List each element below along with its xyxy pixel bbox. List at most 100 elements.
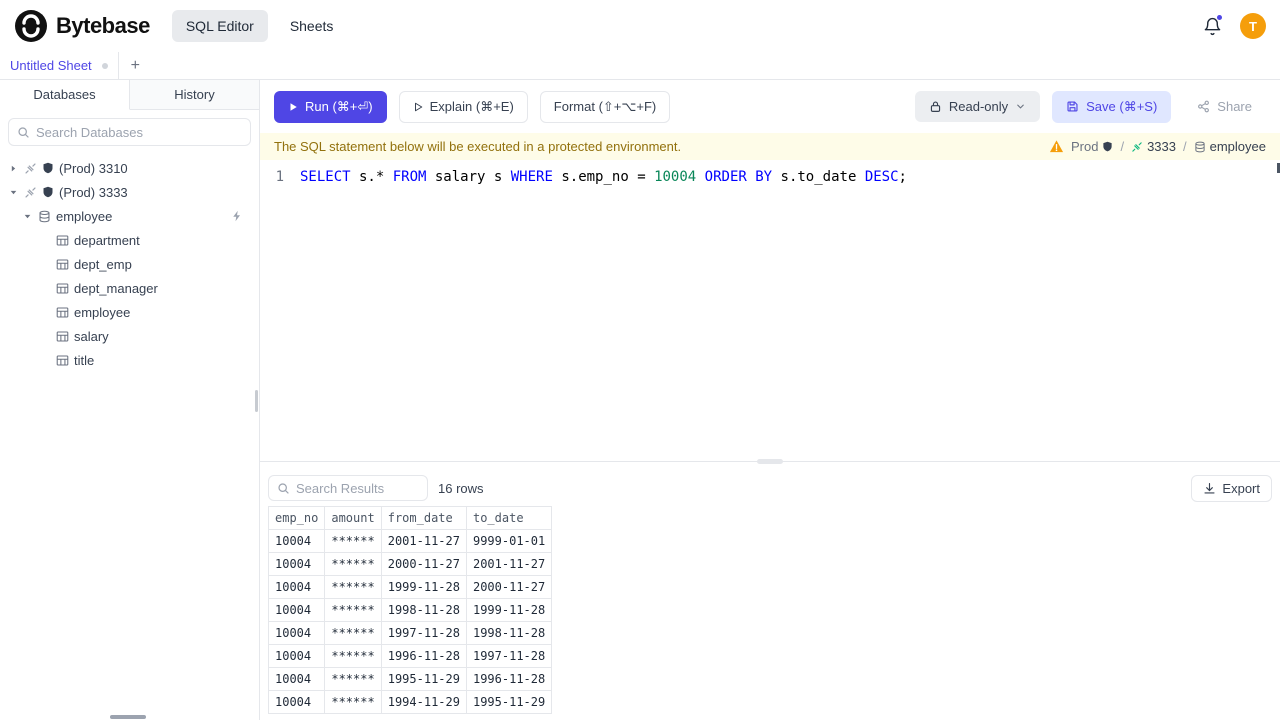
avatar[interactable]: T — [1240, 13, 1266, 39]
column-header-from_date[interactable]: from_date — [380, 506, 467, 530]
line-number: 1 — [275, 169, 284, 185]
sidebar-table-dept_emp[interactable]: dept_emp — [0, 252, 259, 276]
result-cell[interactable]: ****** — [324, 529, 382, 553]
table-label: dept_manager — [74, 280, 158, 296]
warning-icon — [1049, 139, 1064, 154]
environment-shield-icon — [42, 162, 54, 174]
instance-prod-3333[interactable]: (Prod) 3333 — [0, 180, 259, 204]
result-cell[interactable]: 10004 — [267, 667, 326, 691]
lock-icon — [929, 100, 942, 113]
explain-button[interactable]: Explain (⌘+E) — [398, 90, 528, 123]
resize-handle[interactable] — [757, 459, 783, 464]
readonly-mode-button[interactable]: Read-only — [914, 91, 1041, 122]
row-count: 16 rows — [438, 480, 484, 496]
result-cell[interactable]: 1998-11-28 — [465, 621, 553, 645]
result-cell[interactable]: 10004 — [267, 621, 326, 645]
result-cell[interactable]: 1997-11-28 — [465, 644, 553, 668]
chevron-down-icon — [1015, 101, 1026, 112]
result-cell[interactable]: 10004 — [267, 552, 326, 576]
sidebar-tab-databases[interactable]: Databases — [0, 80, 130, 110]
database-icon — [38, 210, 51, 223]
connect-lightning-icon[interactable] — [231, 210, 243, 222]
database-tree: (Prod) 3310 (Prod) 3333 employee departm… — [0, 154, 259, 720]
instance-crumb[interactable]: 3333 — [1131, 139, 1176, 154]
bytebase-logo[interactable]: Bytebase — [14, 9, 150, 43]
instance-label: (Prod) 3333 — [59, 184, 128, 200]
table-icon — [56, 306, 69, 319]
result-cell[interactable]: 2001-11-27 — [380, 529, 467, 553]
result-cell[interactable]: 10004 — [267, 690, 326, 714]
nav-sql-editor[interactable]: SQL Editor — [171, 10, 268, 42]
result-cell[interactable]: 1995-11-29 — [380, 667, 467, 691]
instance-prod-3310[interactable]: (Prod) 3310 — [0, 156, 259, 180]
save-icon — [1066, 100, 1079, 113]
result-cell[interactable]: 1999-11-28 — [380, 575, 467, 599]
sidebar-table-employee[interactable]: employee — [0, 300, 259, 324]
results-search[interactable] — [268, 475, 428, 501]
result-cell[interactable]: 1996-11-28 — [465, 667, 553, 691]
share-icon — [1197, 100, 1210, 113]
database-search[interactable] — [8, 118, 251, 146]
result-cell[interactable]: 9999-01-01 — [465, 529, 553, 553]
sheet-tab-untitled[interactable]: Untitled Sheet — [0, 52, 119, 79]
database-crumb[interactable]: employee — [1194, 139, 1266, 154]
result-cell[interactable]: 2001-11-27 — [465, 552, 553, 576]
results-search-input[interactable] — [296, 480, 419, 496]
result-cell[interactable]: 1996-11-28 — [380, 644, 467, 668]
result-cell[interactable]: ****** — [324, 621, 382, 645]
sidebar-table-department[interactable]: department — [0, 228, 259, 252]
result-cell[interactable]: ****** — [324, 552, 382, 576]
result-cell[interactable]: 10004 — [267, 575, 326, 599]
table-label: department — [74, 232, 140, 248]
result-cell[interactable]: 2000-11-27 — [465, 575, 553, 599]
save-button[interactable]: Save (⌘+S) — [1052, 90, 1172, 123]
share-button[interactable]: Share — [1183, 91, 1266, 122]
sidebar-table-title[interactable]: title — [0, 348, 259, 372]
result-row: 10004 ****** 1994-11-29 1995-11-29 — [267, 690, 553, 714]
notice-message: The SQL statement below will be executed… — [274, 139, 682, 154]
result-cell[interactable]: ****** — [324, 598, 382, 622]
results-header-row: emp_no amount from_date to_date — [267, 506, 553, 530]
add-sheet-button[interactable]: + — [119, 52, 152, 79]
result-cell[interactable]: ****** — [324, 667, 382, 691]
result-cell[interactable]: 1999-11-28 — [465, 598, 553, 622]
table-label: employee — [74, 304, 131, 320]
nav-sheets[interactable]: Sheets — [276, 10, 348, 42]
result-row: 10004 ****** 1998-11-28 1999-11-28 — [267, 598, 553, 622]
column-header-emp_no[interactable]: emp_no — [267, 506, 326, 530]
result-cell[interactable]: 10004 — [267, 529, 326, 553]
result-cell[interactable]: 1998-11-28 — [380, 598, 467, 622]
result-cell[interactable]: ****** — [324, 575, 382, 599]
database-employee[interactable]: employee — [0, 204, 259, 228]
notifications-button[interactable] — [1203, 14, 1222, 36]
sql-code: SELECT s.* FROM salary s WHERE s.emp_no … — [300, 169, 907, 185]
table-label: title — [74, 352, 95, 368]
environment-crumb[interactable]: Prod — [1071, 139, 1113, 154]
result-row: 10004 ****** 1996-11-28 1997-11-28 — [267, 644, 553, 668]
sidebar-horizontal-scrollbar[interactable] — [110, 715, 146, 719]
format-button[interactable]: Format (⇧+⌥+F) — [539, 90, 671, 123]
sql-editor[interactable]: 1 SELECT s.* FROM salary s WHERE s.emp_n… — [260, 160, 1280, 461]
result-cell[interactable]: 10004 — [267, 598, 326, 622]
export-button[interactable]: Export — [1191, 474, 1272, 502]
result-cell[interactable]: 1994-11-29 — [380, 690, 467, 714]
column-header-amount[interactable]: amount — [324, 506, 382, 530]
sidebar-table-salary[interactable]: salary — [0, 324, 259, 348]
result-cell[interactable]: ****** — [324, 690, 382, 714]
sidebar-table-dept_manager[interactable]: dept_manager — [0, 276, 259, 300]
bytebase-logo-icon — [14, 9, 48, 43]
sidebar-scrollbar-thumb[interactable] — [255, 390, 258, 412]
result-cell[interactable]: 2000-11-27 — [380, 552, 467, 576]
result-cell[interactable]: 10004 — [267, 644, 326, 668]
database-search-input[interactable] — [36, 124, 242, 140]
results-toolbar: 16 rows Export — [260, 470, 1280, 506]
table-icon — [56, 258, 69, 271]
result-cell[interactable]: 1995-11-29 — [465, 690, 553, 714]
table-label: dept_emp — [74, 256, 132, 272]
result-cell[interactable]: ****** — [324, 644, 382, 668]
notification-dot — [1217, 14, 1222, 20]
sidebar-tab-history[interactable]: History — [130, 80, 259, 110]
column-header-to_date[interactable]: to_date — [465, 506, 553, 530]
result-cell[interactable]: 1997-11-28 — [380, 621, 467, 645]
run-button[interactable]: Run (⌘+⏎) — [274, 90, 387, 123]
